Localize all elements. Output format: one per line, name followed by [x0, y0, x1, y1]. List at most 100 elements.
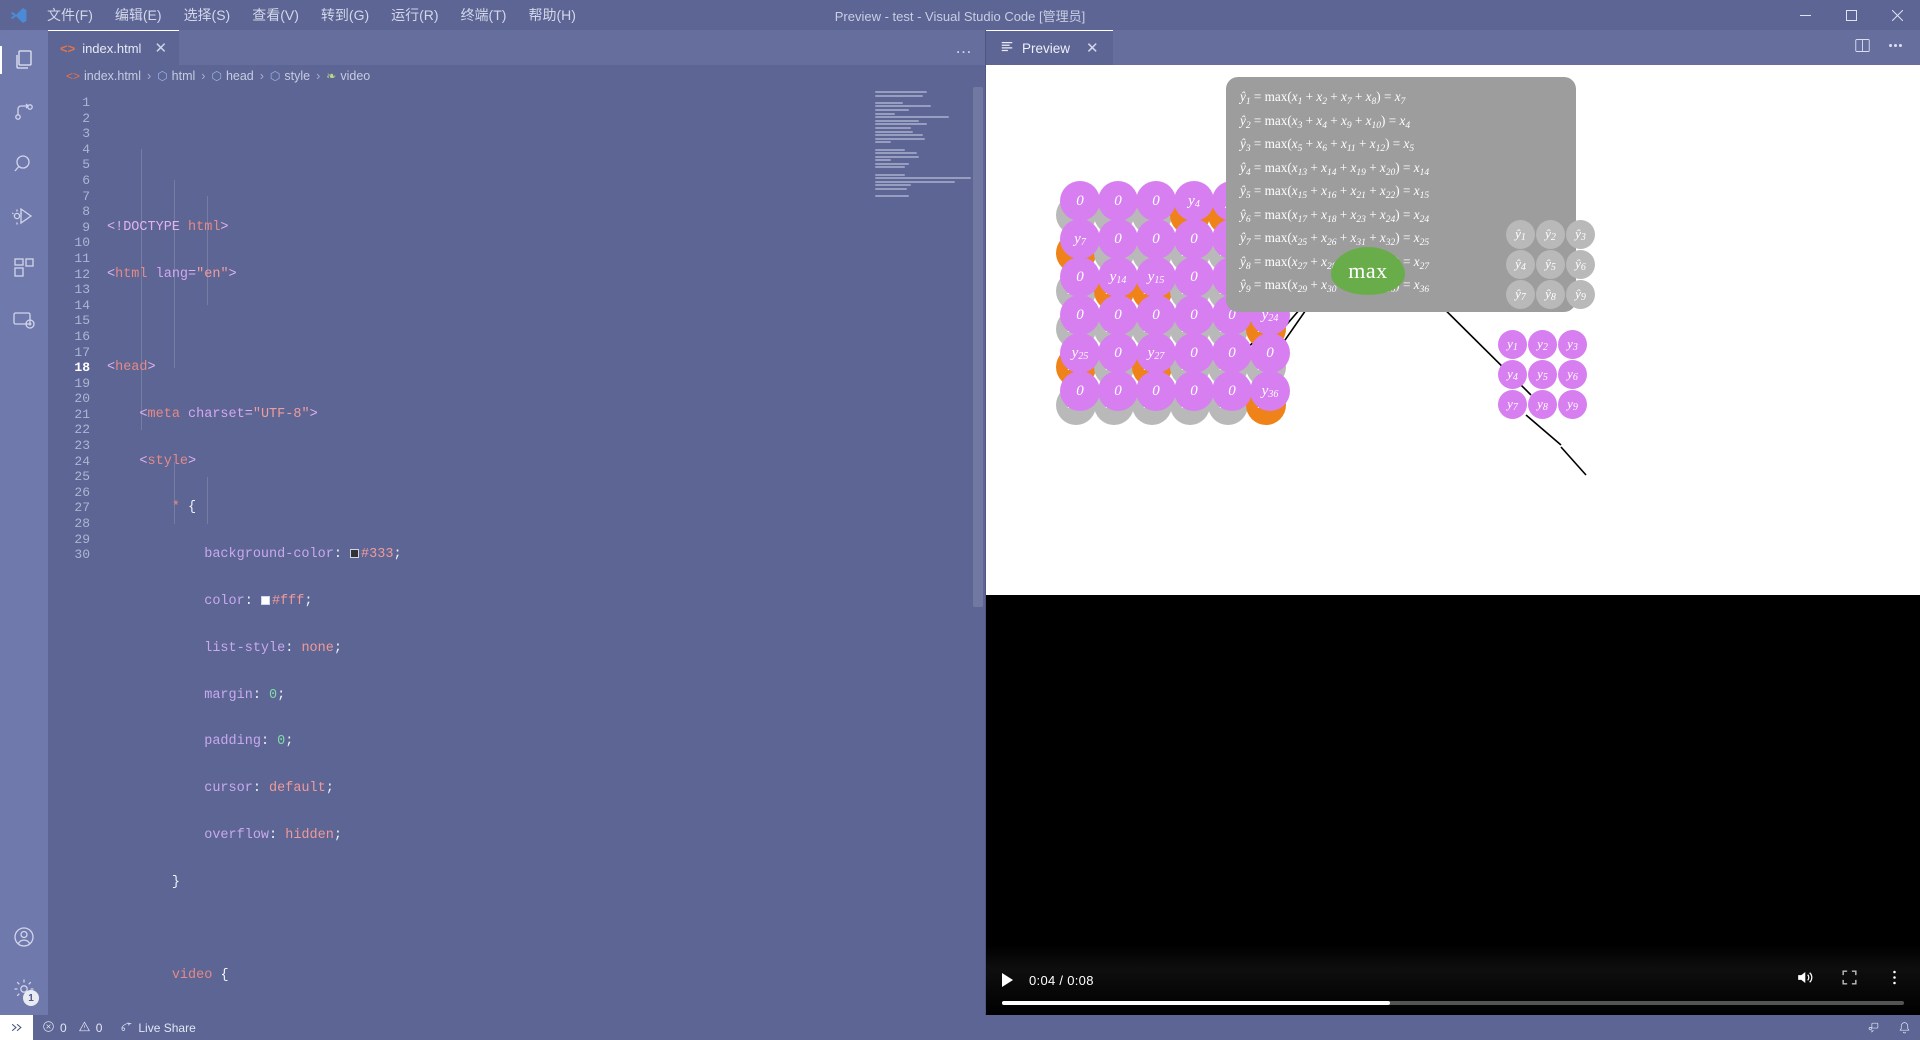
status-bar: 0 0 Live Share	[0, 1015, 1920, 1040]
feedback-icon[interactable]	[1858, 1015, 1889, 1040]
video-progress-bar[interactable]	[1002, 1001, 1904, 1005]
equation-line: ŷ5 = max(x15 + x16 + x21 + x22) = x15	[1240, 183, 1430, 201]
line-number: 27	[74, 500, 90, 516]
title-bar: 文件(F) 编辑(E) 选择(S) 查看(V) 转到(G) 运行(R) 终端(T…	[0, 0, 1920, 30]
video-progress-fill	[1002, 1001, 1390, 1005]
editor-tabs: <> index.html ✕ …	[48, 30, 985, 65]
menu-bar: 文件(F) 编辑(E) 选择(S) 查看(V) 转到(G) 运行(R) 终端(T…	[36, 1, 587, 29]
yhat-node-ŷ3: ŷ3	[1566, 220, 1595, 249]
tag-symbol-icon: ⬡	[211, 69, 222, 83]
feature-node-0: 0	[1098, 219, 1138, 259]
code-line: <head>	[107, 360, 156, 376]
menu-selection[interactable]: 选择(S)	[173, 1, 242, 29]
activity-explorer[interactable]	[0, 34, 48, 86]
video-time: 0:04 / 0:08	[1029, 972, 1094, 988]
video-player[interactable]: x1x2x3x4x5x6x7x8x9x10x11x12x13x14x15x16x…	[986, 65, 1920, 1015]
editor-more-actions[interactable]: …	[955, 30, 985, 65]
feature-node-0: 0	[1060, 371, 1100, 411]
kebab-menu-icon[interactable]	[1885, 968, 1904, 992]
account-icon[interactable]	[0, 911, 48, 963]
feature-node-0: 0	[1098, 333, 1138, 373]
breadcrumb-label: html	[171, 69, 196, 83]
html-file-icon: <>	[60, 40, 76, 56]
settings-badge: 1	[23, 990, 39, 1006]
equation-line: ŷ1 = max(x1 + x2 + x7 + x8) = x7	[1240, 89, 1406, 107]
menu-terminal[interactable]: 终端(T)	[450, 1, 518, 29]
preview-tabs: Preview ✕	[986, 30, 1920, 65]
play-icon[interactable]	[1002, 973, 1013, 987]
menu-help[interactable]: 帮助(H)	[517, 1, 586, 29]
vscode-logo-icon	[0, 0, 36, 30]
y-node-y3: y3	[1558, 330, 1587, 359]
status-live-share[interactable]: Live Share	[111, 1015, 204, 1040]
y-node-y5: y5	[1528, 360, 1557, 389]
tab-close-icon[interactable]: ✕	[154, 41, 167, 56]
activity-extensions[interactable]	[0, 242, 48, 294]
activity-run-debug[interactable]	[0, 190, 48, 242]
line-number: 10	[74, 235, 90, 251]
code-line: background-color: #333;	[204, 547, 402, 563]
bell-icon[interactable]	[1889, 1015, 1920, 1040]
equation-line: ŷ4 = max(x13 + x14 + x19 + x20) = x14	[1240, 159, 1430, 178]
feature-node-y25: y25	[1060, 333, 1100, 373]
code-line: color: #fff;	[204, 594, 313, 609]
line-number: 18	[74, 360, 90, 376]
remote-window-icon[interactable]	[0, 1015, 33, 1040]
menu-go[interactable]: 转到(G)	[310, 1, 380, 29]
fullscreen-icon[interactable]	[1840, 968, 1859, 992]
feature-node-0: 0	[1060, 257, 1100, 297]
line-number: 29	[74, 531, 90, 547]
line-number: 21	[74, 406, 90, 422]
line-number: 17	[74, 344, 90, 360]
minimize-button[interactable]	[1782, 0, 1828, 30]
breadcrumb-label: style	[284, 69, 311, 83]
preview-actions	[1854, 30, 1920, 65]
tab-preview[interactable]: Preview ✕	[986, 30, 1113, 65]
activity-search[interactable]	[0, 138, 48, 190]
more-actions-icon[interactable]	[1887, 37, 1904, 59]
code-line: cursor: default;	[204, 781, 334, 797]
y-node-y6: y6	[1558, 360, 1587, 389]
feature-node-y15: y15	[1136, 257, 1176, 297]
menu-file[interactable]: 文件(F)	[36, 1, 104, 29]
volume-icon[interactable]	[1795, 968, 1814, 992]
code-content[interactable]: <!DOCTYPE html> <html lang="en"> <head> …	[104, 87, 985, 1015]
close-button[interactable]	[1874, 0, 1920, 30]
breadcrumb-separator: ›	[201, 69, 206, 83]
tab-index-html[interactable]: <> index.html ✕	[48, 30, 180, 65]
breadcrumb-item-file[interactable]: <> index.html	[66, 69, 141, 83]
maximize-button[interactable]	[1828, 0, 1874, 30]
gear-icon[interactable]: 1	[0, 963, 48, 1015]
error-count: 0	[60, 1020, 67, 1035]
code-line: padding: 0;	[204, 734, 294, 750]
feature-node-0: 0	[1136, 219, 1176, 259]
feature-node-y7: y7	[1060, 219, 1100, 259]
line-number: 25	[74, 469, 90, 485]
line-number: 14	[74, 297, 90, 313]
menu-run[interactable]: 运行(R)	[380, 1, 449, 29]
max-node: max	[1331, 247, 1405, 295]
preview-tab-close-icon[interactable]: ✕	[1086, 39, 1099, 57]
video-controls: 0:04 / 0:08	[986, 945, 1920, 1015]
breadcrumb-item-head[interactable]: ⬡ head	[211, 69, 253, 83]
activity-source-control[interactable]	[0, 86, 48, 138]
breadcrumb-item-video[interactable]: ❧ video	[326, 69, 370, 83]
split-editor-icon[interactable]	[1854, 37, 1871, 59]
menu-view[interactable]: 查看(V)	[241, 1, 310, 29]
menu-edit[interactable]: 编辑(E)	[104, 1, 173, 29]
feature-node-0: 0	[1250, 333, 1290, 373]
activity-remote-explorer[interactable]	[0, 294, 48, 346]
line-number: 24	[74, 453, 90, 469]
editor-scrollbar[interactable]	[971, 87, 985, 1015]
breadcrumb-label: index.html	[84, 69, 141, 83]
live-share-icon	[120, 1020, 133, 1036]
breadcrumb-item-style[interactable]: ⬡ style	[270, 69, 310, 83]
code-editor[interactable]: 1 2 3 4 5 6 7 8 9 10 11 12 13 14 15 16 17 18 19 20 21 22 23 24 2…	[48, 87, 985, 1015]
main-row: 1 <> index.html ✕ … <> index.html › ⬡ ht…	[0, 30, 1920, 1015]
css-selector-icon: ❧	[326, 69, 337, 83]
breadcrumb-item-html[interactable]: ⬡ html	[157, 69, 195, 83]
feature-node-0: 0	[1174, 371, 1214, 411]
status-problems[interactable]: 0 0	[33, 1015, 111, 1040]
